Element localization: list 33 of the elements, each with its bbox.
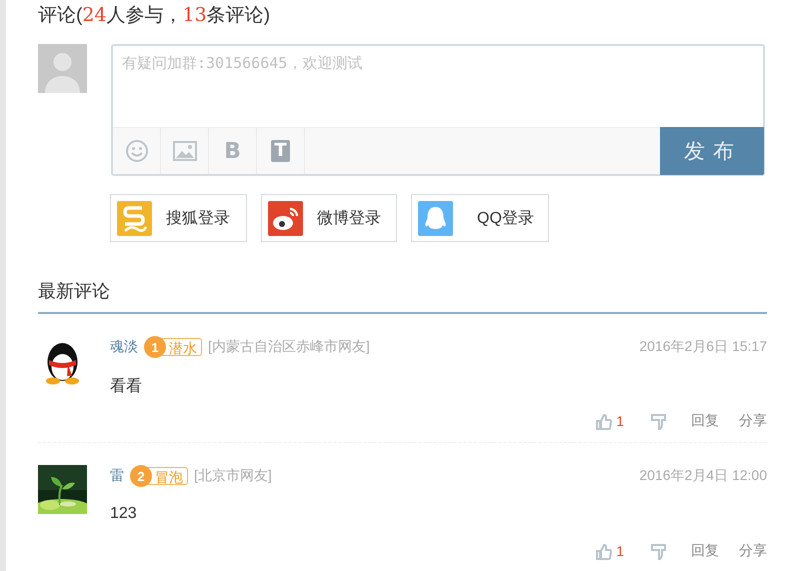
latest-comments-heading: 最新评论 [38,278,767,314]
comment-text: 看看 [110,376,143,397]
qq-logo-icon [418,200,453,236]
share-link[interactable]: 分享 [739,412,767,430]
bold-button[interactable]: B [224,138,241,164]
comment-time: 2016年2月4日 12:00 [639,467,767,485]
thumbs-up-icon[interactable] [595,542,612,560]
comment-time: 2016年2月6日 15:17 [639,338,767,356]
user-name[interactable]: 魂淡 [110,338,138,356]
sohu-logo-icon [117,200,152,236]
text-style-button[interactable]: T [271,140,290,162]
comment-text: 123 [110,505,138,523]
comment-count-heading: 评论(24人参与，13条评论) [38,3,272,28]
share-link[interactable]: 分享 [739,542,767,560]
user-name[interactable]: 雷 [110,467,124,485]
reply-link[interactable]: 回复 [691,412,719,430]
reply-link[interactable]: 回复 [691,542,719,560]
like-count: 1 [616,413,624,429]
user-location: [北京市网友] [194,467,272,485]
image-icon[interactable] [172,141,196,161]
smiley-icon[interactable] [124,139,148,163]
login-button[interactable]: QQ登录 [411,194,549,242]
thumbs-up-icon[interactable] [595,412,612,430]
thumbs-down-icon[interactable] [650,542,667,560]
weibo-logo-icon [268,200,303,236]
user-avatar-icon [38,44,87,93]
comment-editor[interactable]: 有疑问加群:301566645，欢迎测试 B T 发布 [111,44,765,176]
login-button[interactable]: 微博登录 [261,194,397,242]
like-count: 1 [616,543,624,559]
thumbs-down-icon[interactable] [650,412,667,430]
user-location: [内蒙古自治区赤峰市网友] [208,338,370,356]
login-button[interactable]: 搜狐登录 [110,194,247,242]
publish-button[interactable]: 发布 [660,127,764,175]
